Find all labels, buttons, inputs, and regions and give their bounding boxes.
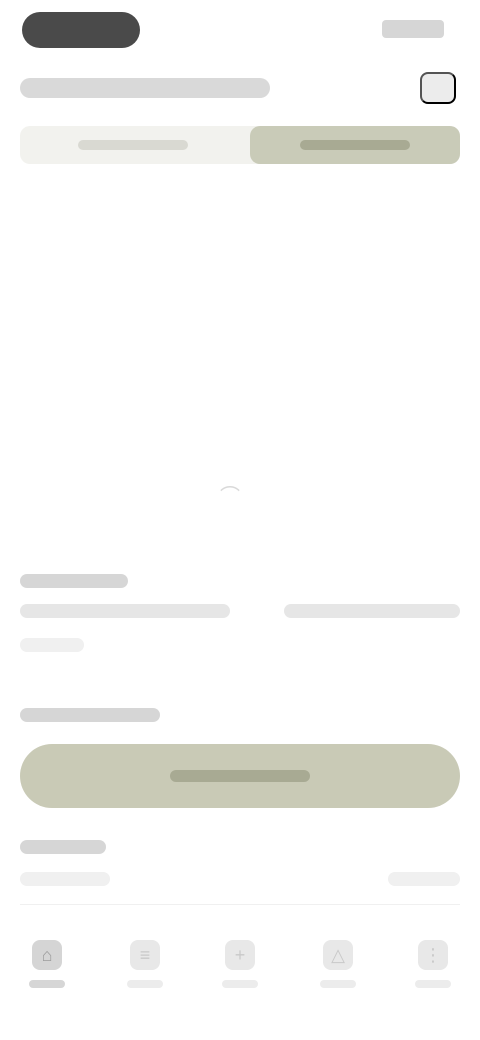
tab-home-label bbox=[29, 980, 65, 988]
primary-button[interactable] bbox=[20, 744, 460, 808]
divider bbox=[20, 904, 460, 905]
tab-menu[interactable]: ⋮ bbox=[398, 940, 468, 1010]
title-skeleton bbox=[20, 78, 270, 98]
tab-menu-label bbox=[415, 980, 451, 988]
description-line-1 bbox=[20, 604, 230, 618]
list-icon: ≡ bbox=[130, 940, 160, 970]
segment-tab-left[interactable] bbox=[26, 126, 236, 164]
status-bar bbox=[0, 0, 480, 60]
battery-icon bbox=[382, 20, 444, 38]
tab-list-label bbox=[127, 980, 163, 988]
segment-tab-right[interactable] bbox=[250, 126, 460, 164]
description-line-3 bbox=[20, 638, 84, 652]
tab-home[interactable]: ⌂ bbox=[12, 940, 82, 1010]
tab-list[interactable]: ≡ bbox=[110, 940, 180, 1010]
primary-button-placeholder bbox=[170, 770, 310, 782]
loading-icon: ⌒ bbox=[220, 486, 240, 508]
description-line-2 bbox=[284, 604, 460, 618]
section-heading-skeleton-3 bbox=[20, 840, 106, 854]
plus-icon: + bbox=[225, 940, 255, 970]
menu-icon: ⋮ bbox=[418, 940, 448, 970]
tab-add-label bbox=[222, 980, 258, 988]
segment-tab-right-placeholder bbox=[300, 140, 410, 150]
row-right-skeleton bbox=[388, 872, 460, 886]
status-pill bbox=[22, 12, 140, 48]
row-left-skeleton bbox=[20, 872, 110, 886]
section-heading-skeleton bbox=[20, 574, 128, 588]
header bbox=[0, 66, 480, 110]
tab-bar: ⌂ ≡ + △ ⋮ bbox=[0, 930, 480, 1040]
tab-add[interactable]: + bbox=[205, 940, 275, 1010]
section-heading-skeleton-2 bbox=[20, 708, 160, 722]
chart-icon: △ bbox=[323, 940, 353, 970]
segment-tab-left-placeholder bbox=[78, 140, 188, 150]
home-icon: ⌂ bbox=[32, 940, 62, 970]
content-area: ⌒ bbox=[0, 180, 480, 550]
grid-icon[interactable] bbox=[420, 72, 456, 104]
segmented-control bbox=[20, 126, 460, 164]
tab-chart[interactable]: △ bbox=[303, 940, 373, 1010]
tab-chart-label bbox=[320, 980, 356, 988]
